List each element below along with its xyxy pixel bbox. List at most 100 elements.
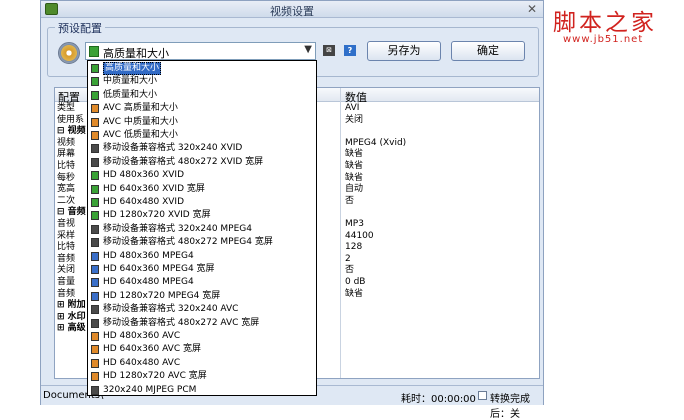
- format-icon: [91, 90, 99, 100]
- dropdown-item[interactable]: AVC 高质量和大小: [88, 102, 316, 115]
- dropdown-item[interactable]: HD 480x360 MPEG4: [88, 250, 316, 263]
- title-bar: 视频设置 ✕: [41, 1, 543, 18]
- format-icon: [91, 318, 99, 328]
- dropdown-item-label: HD 1280x720 XVID 宽屏: [103, 210, 211, 221]
- grid-row-value[interactable]: 否: [345, 265, 354, 276]
- grid-row-key: 屏幕: [57, 149, 76, 160]
- close-icon[interactable]: ✕: [527, 2, 537, 16]
- after-convert-checkbox[interactable]: [478, 391, 487, 400]
- dropdown-item-label: HD 480x360 XVID: [103, 170, 185, 181]
- dropdown-item-label: HD 480x360 MPEG4: [103, 250, 194, 261]
- dropdown-item[interactable]: 移动设备兼容格式 480x272 AVC 宽屏: [88, 317, 316, 330]
- format-icon: [91, 104, 99, 114]
- grid-row-value[interactable]: 缺省: [345, 149, 363, 160]
- dropdown-item[interactable]: 低质量和大小: [88, 89, 316, 102]
- dropdown-item[interactable]: 320x240 MJPEG PCM: [88, 384, 316, 395]
- dropdown-item[interactable]: AVC 中质量和大小: [88, 116, 316, 129]
- dropdown-item-label: 移动设备兼容格式 480x272 XVID 宽屏: [103, 156, 264, 167]
- dropdown-item-label: HD 640x360 AVC 宽屏: [103, 344, 201, 355]
- help-icon[interactable]: ?: [344, 45, 356, 56]
- preset-combobox[interactable]: 高质量和大小 ▼: [85, 42, 316, 60]
- dropdown-item[interactable]: 移动设备兼容格式 320x240 MPEG4: [88, 223, 316, 236]
- dropdown-item[interactable]: HD 1280x720 XVID 宽屏: [88, 209, 316, 222]
- grid-row-key: 二次: [57, 195, 76, 206]
- dropdown-item-label: AVC 高质量和大小: [103, 103, 178, 114]
- grid-row-value[interactable]: 自动: [345, 184, 363, 195]
- dropdown-item[interactable]: HD 640x480 MPEG4: [88, 276, 316, 289]
- dropdown-item-label: HD 640x480 AVC: [103, 357, 181, 368]
- dropdown-item-label: AVC 低质量和大小: [103, 130, 178, 140]
- format-icon: [91, 345, 99, 355]
- grid-row-key: ⊟ 视频: [57, 126, 86, 137]
- dropdown-item[interactable]: HD 1280x720 AVC 宽屏: [88, 370, 316, 383]
- grid-row-value[interactable]: MP3: [345, 219, 364, 230]
- grid-row-value[interactable]: 2: [345, 254, 351, 265]
- dropdown-item[interactable]: 移动设备兼容格式 320x240 XVID: [88, 142, 316, 155]
- dropdown-item-label: 高质量和大小: [103, 62, 162, 75]
- preset-dropdown-list[interactable]: 高质量和大小 中质量和大小 低质量和大小 AVC 高质量和大小 AVC 中质量和大小 AV…: [87, 60, 317, 396]
- grid-row-key: ⊞ 高级: [57, 323, 86, 334]
- dropdown-item-label: 低质量和大小: [103, 89, 158, 100]
- dropdown-item[interactable]: 高质量和大小: [88, 62, 316, 75]
- grid-row-key: 比特: [57, 161, 76, 171]
- dropdown-item-label: 移动设备兼容格式 480x272 AVC 宽屏: [103, 317, 260, 328]
- status-after-convert: 转换完成后：关: [490, 394, 530, 420]
- dropdown-item[interactable]: HD 480x360 AVC: [88, 330, 316, 343]
- dropdown-item-label: HD 640x480 XVID: [103, 197, 185, 207]
- grid-row-value[interactable]: 否: [345, 196, 354, 207]
- format-icon: [91, 372, 99, 382]
- save-as-button[interactable]: 另存为: [367, 41, 441, 61]
- preset-disc-icon: [58, 42, 80, 64]
- dropdown-item-label: 移动设备兼容格式 320x240 MPEG4: [103, 223, 252, 234]
- dropdown-item[interactable]: HD 640x360 XVID 宽屏: [88, 183, 316, 196]
- watermark-logo-text: 脚本之家: [553, 10, 657, 36]
- grid-row-value[interactable]: 缺省: [345, 289, 363, 300]
- grid-row-key: 类型: [57, 103, 76, 113]
- dropdown-item[interactable]: AVC 低质量和大小: [88, 129, 316, 142]
- grid-row-key: 宽高: [57, 184, 76, 195]
- dropdown-item[interactable]: HD 480x360 XVID: [88, 169, 316, 182]
- dropdown-item[interactable]: HD 640x480 XVID: [88, 196, 316, 209]
- grid-row-key: 音频: [57, 253, 76, 264]
- grid-row-key: 采样: [57, 230, 76, 241]
- preset-selected-value: 高质量和大小: [103, 47, 169, 60]
- ok-button[interactable]: 确定: [451, 41, 525, 61]
- dropdown-item-label: HD 1280x720 AVC 宽屏: [103, 371, 207, 382]
- grid-row-key: 音量: [57, 277, 76, 287]
- grid-row-value[interactable]: 缺省: [345, 173, 363, 184]
- grid-row-value[interactable]: 128: [345, 242, 362, 253]
- dropdown-item-label: HD 1280x720 MPEG4 宽屏: [103, 290, 221, 301]
- dropdown-item[interactable]: 移动设备兼容格式 480x272 MPEG4 宽屏: [88, 236, 316, 249]
- format-icon: [91, 385, 99, 395]
- format-icon: [91, 358, 99, 368]
- format-icon: [91, 265, 99, 274]
- chevron-down-icon[interactable]: ▼: [304, 44, 312, 55]
- dropdown-item[interactable]: HD 640x480 AVC: [88, 357, 316, 370]
- dropdown-item-label: HD 640x360 MPEG4 宽屏: [103, 264, 215, 274]
- dropdown-item-label: 中质量和大小: [103, 76, 158, 87]
- preset-color-icon: [89, 46, 99, 57]
- grid-row-value[interactable]: MPEG4 (Xvid): [345, 138, 406, 149]
- grid-row-value[interactable]: AVI: [345, 103, 359, 114]
- dropdown-item[interactable]: HD 640x360 AVC 宽屏: [88, 343, 316, 356]
- grid-row-key: 关闭: [57, 265, 76, 276]
- format-icon: [91, 278, 99, 288]
- format-icon: [91, 305, 99, 315]
- format-icon: [91, 238, 99, 248]
- grid-row-value[interactable]: 0 dB: [345, 277, 365, 288]
- dropdown-item[interactable]: HD 1280x720 MPEG4 宽屏: [88, 290, 316, 303]
- dropdown-item[interactable]: HD 640x360 MPEG4 宽屏: [88, 263, 316, 276]
- status-elapsed-time: 耗时：00:00:00: [401, 394, 476, 405]
- grid-row-value[interactable]: 44100: [345, 231, 374, 242]
- dropdown-item[interactable]: 中质量和大小: [88, 75, 316, 88]
- grid-row-value[interactable]: 关闭: [345, 115, 363, 126]
- dropdown-item[interactable]: 移动设备兼容格式 480x272 XVID 宽屏: [88, 156, 316, 169]
- grid-row-key: ⊟ 音频: [57, 207, 86, 218]
- delete-preset-icon[interactable]: ⊠: [323, 45, 335, 56]
- format-icon: [91, 332, 99, 341]
- dropdown-item[interactable]: 移动设备兼容格式 320x240 AVC: [88, 303, 316, 316]
- grid-row-value[interactable]: 缺省: [345, 161, 363, 172]
- grid-row-key: 音频: [57, 288, 76, 299]
- grid-row-key: ⊞ 附加: [57, 300, 86, 311]
- preset-group-label: 预设配置: [55, 20, 105, 36]
